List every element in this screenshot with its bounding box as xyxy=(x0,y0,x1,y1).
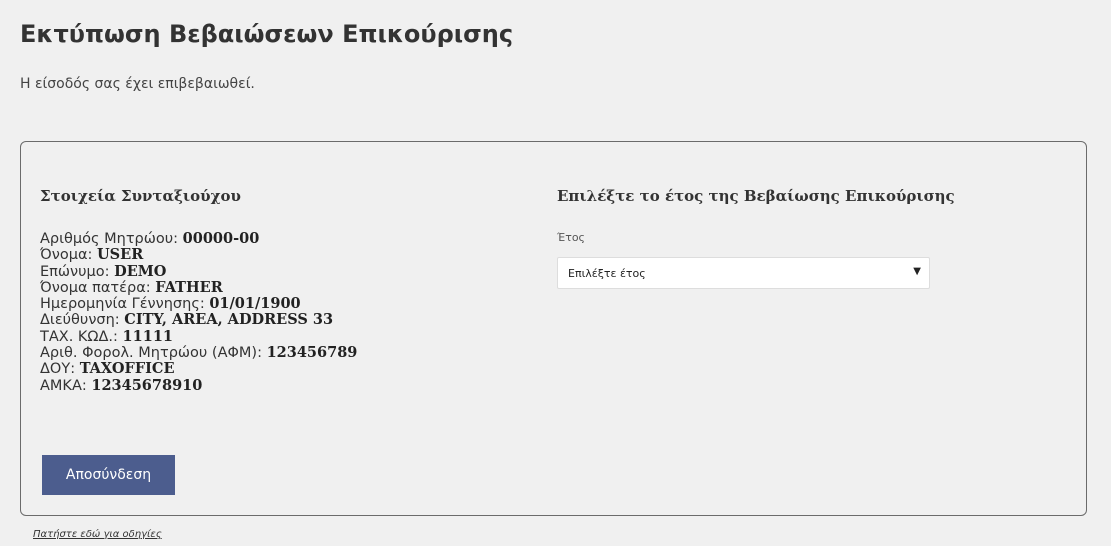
field-label: ΑΜΚΑ: xyxy=(40,377,92,394)
instructions-link[interactable]: Πατήστε εδώ για οδηγίες xyxy=(33,529,162,540)
amka-row: ΑΜΚΑ: 12345678910 xyxy=(40,376,357,394)
postal-code-row: ΤΑΧ. ΚΩΔ.: 11111 xyxy=(40,327,357,345)
field-value: TAXOFFICE xyxy=(79,360,175,378)
field-label: Όνομα πατέρα: xyxy=(40,279,156,296)
field-label: Ημερομηνία Γέννησης: xyxy=(40,296,210,313)
pensioner-details-heading: Στοιχεία Συνταξιούχου xyxy=(40,187,241,205)
field-label: ΤΑΧ. ΚΩΔ.: xyxy=(40,328,123,345)
tax-id-row: Αριθ. Φορολ. Μητρώου (ΑΦΜ): 123456789 xyxy=(40,344,358,362)
certificate-panel: Στοιχεία Συνταξιούχου Αριθμός Μητρώου: 0… xyxy=(20,141,1087,516)
caret-down-icon: ▼ xyxy=(913,266,921,277)
year-field-label: Έτος xyxy=(557,231,586,244)
field-value: 12345678910 xyxy=(91,376,203,394)
father-name-row: Όνομα πατέρα: FATHER xyxy=(40,278,357,296)
registry-number-row: Αριθμός Μητρώου: 00000-00 xyxy=(40,230,357,247)
birth-date-row: Ημερομηνία Γέννησης: 01/01/1900 xyxy=(40,295,357,313)
address-row: Διεύθυνση: CITY, AREA, ADDRESS 33 xyxy=(40,311,357,329)
first-name-row: Όνομα: USER xyxy=(40,246,357,264)
year-selection-heading: Επιλέξτε το έτος της Βεβαίωσης Επικούρισ… xyxy=(557,187,955,205)
pensioner-details: Αριθμός Μητρώου: 00000-00 Όνομα: USER Επ… xyxy=(40,230,358,394)
login-confirmation-message: Η είσοδός σας έχει επιβεβαιωθεί. xyxy=(20,76,255,92)
field-value: CITY, AREA, ADDRESS 33 xyxy=(124,311,334,329)
field-value: USER xyxy=(97,246,144,264)
field-label: Αριθ. Φορολ. Μητρώου (ΑΦΜ): xyxy=(40,345,267,362)
field-label: ΔΟΥ: xyxy=(40,361,80,378)
field-value: 11111 xyxy=(122,327,173,345)
year-select[interactable]: Επιλέξτε έτος ▼ xyxy=(557,257,930,289)
field-label: Διεύθυνση: xyxy=(40,312,125,329)
field-label: Όνομα: xyxy=(40,247,98,264)
last-name-row: Επώνυμο: DEMO xyxy=(40,262,357,280)
page-title: Εκτύπωση Βεβαιώσεων Επικούρισης xyxy=(20,20,514,48)
field-label: Επώνυμο: xyxy=(40,263,115,280)
year-select-value: Επιλέξτε έτος xyxy=(568,267,646,280)
field-value: FATHER xyxy=(155,278,223,296)
field-value: DEMO xyxy=(114,262,167,280)
field-value: 01/01/1900 xyxy=(209,295,301,313)
tax-office-row: ΔΟΥ: TAXOFFICE xyxy=(40,360,357,378)
logout-button[interactable]: Αποσύνδεση xyxy=(42,455,175,495)
field-value: 00000-00 xyxy=(182,230,260,247)
field-value: 123456789 xyxy=(266,344,358,362)
field-label: Αριθμός Μητρώου: xyxy=(40,231,183,247)
